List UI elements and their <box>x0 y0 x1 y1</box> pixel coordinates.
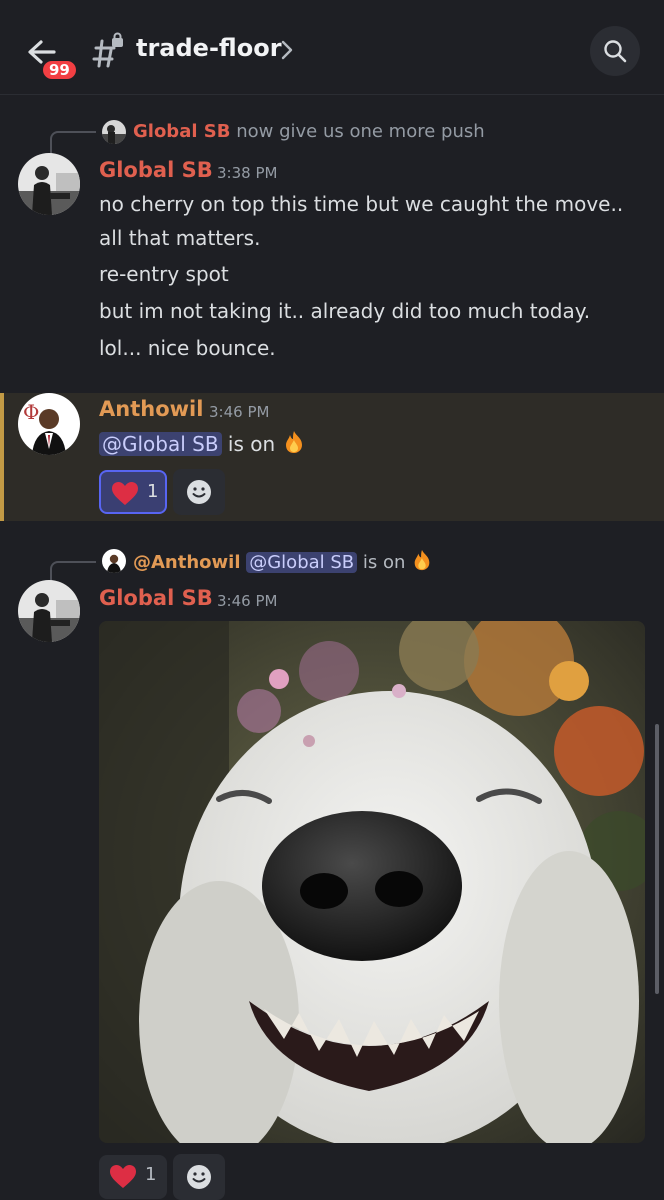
scrollbar[interactable] <box>655 724 659 994</box>
channel-name[interactable]: trade-floor <box>136 34 282 62</box>
reply-author[interactable]: @Anthowil <box>133 552 241 573</box>
reaction-count: 1 <box>147 481 159 502</box>
search-button[interactable] <box>590 26 640 76</box>
message-text: no cherry on top this time but we caught… <box>99 192 624 216</box>
add-reaction-smiley-icon <box>186 1164 212 1190</box>
author-name[interactable]: Anthowil <box>99 397 203 421</box>
reply-snippet: is on <box>357 552 406 573</box>
message-text: all that matters. <box>99 226 261 250</box>
author-name[interactable]: Global SB <box>99 586 213 610</box>
user-mention[interactable]: @Global SB <box>246 552 358 573</box>
timestamp: 3:46 PM <box>217 592 278 610</box>
author-name[interactable]: Global SB <box>99 158 213 182</box>
add-reaction-button[interactable] <box>173 469 225 515</box>
avatar-global-sb[interactable] <box>18 153 80 215</box>
smiling-dog-image <box>99 621 645 1143</box>
reply-avatar <box>102 120 126 144</box>
timestamp: 3:46 PM <box>209 403 270 421</box>
timestamp: 3:38 PM <box>217 164 278 182</box>
add-reaction-button[interactable] <box>173 1154 225 1200</box>
heart-emoji-icon <box>110 1165 136 1188</box>
add-reaction-smiley-icon <box>186 479 212 505</box>
fire-emoji-icon <box>414 549 430 571</box>
channel-hash-lock-icon <box>92 32 123 68</box>
reply-snippet: now give us one more push <box>236 121 485 142</box>
message-text: @Global SB is on <box>99 430 306 456</box>
search-icon <box>604 40 627 63</box>
reply-preview[interactable]: Global SB now give us one more push <box>133 121 485 142</box>
avatar-global-sb[interactable] <box>18 580 80 642</box>
heart-emoji-icon <box>112 482 138 505</box>
reply-avatar <box>102 549 126 573</box>
svg-text:Φ: Φ <box>23 400 39 424</box>
fire-emoji-icon <box>285 431 302 453</box>
message-text: re-entry spot <box>99 262 229 286</box>
reply-preview[interactable]: @Anthowil @Global SB is on <box>133 549 433 573</box>
message-body: is on <box>221 432 276 456</box>
avatar-anthowil[interactable]: Φ <box>18 393 80 455</box>
image-attachment[interactable] <box>99 621 645 1143</box>
channel-header: 99 trade-floor <box>0 0 664 95</box>
chevron-right-icon[interactable] <box>280 38 294 62</box>
reaction-count: 1 <box>145 1164 157 1185</box>
message-text: lol... nice bounce. <box>99 336 276 360</box>
unread-badge: 99 <box>40 58 79 82</box>
reply-author[interactable]: Global SB <box>133 121 230 142</box>
user-mention[interactable]: @Global SB <box>99 432 222 456</box>
heart-reaction[interactable]: 1 <box>99 470 167 514</box>
heart-reaction[interactable]: 1 <box>99 1155 167 1199</box>
message-text: but im not taking it.. already did too m… <box>99 299 591 323</box>
